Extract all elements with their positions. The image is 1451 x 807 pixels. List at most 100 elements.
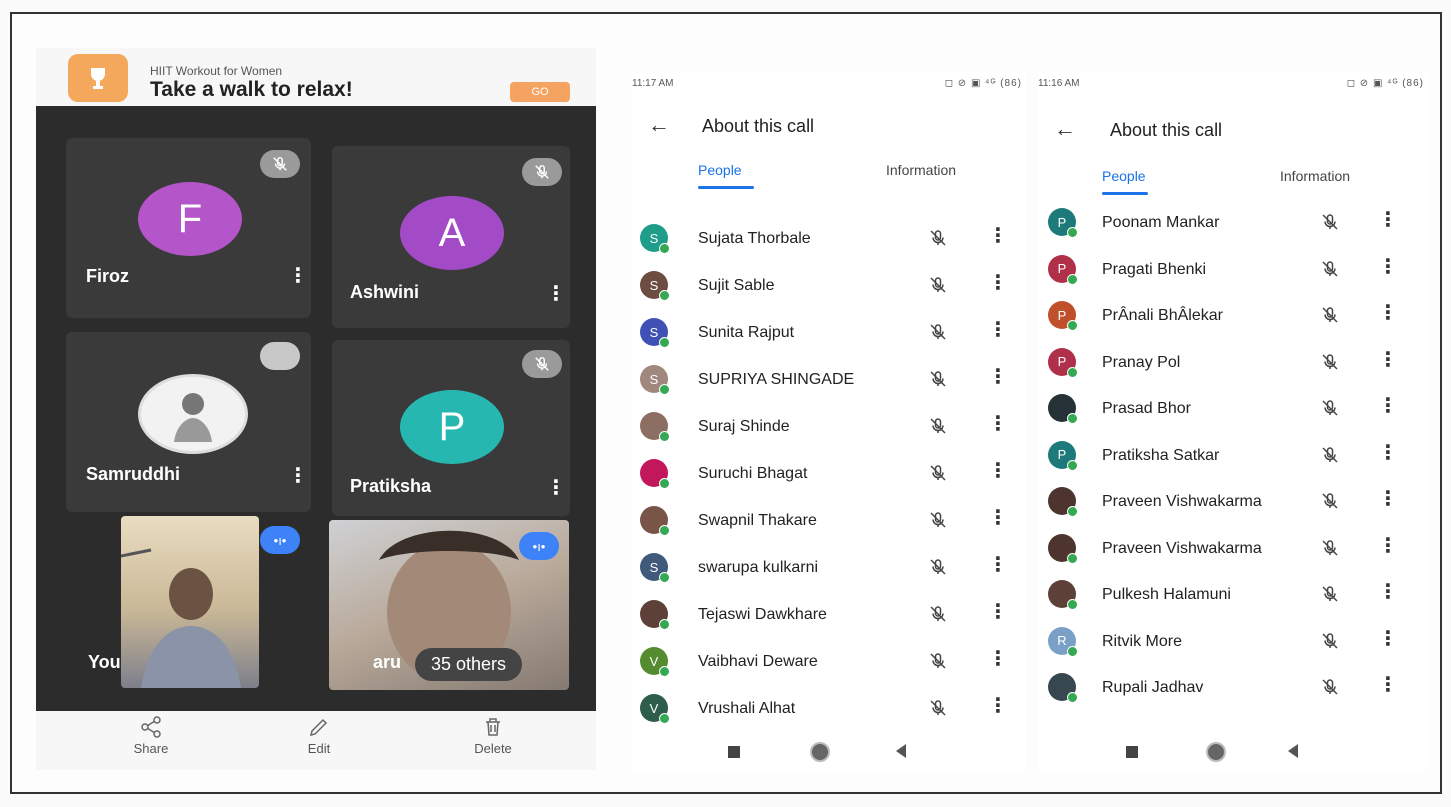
more-options-icon[interactable]: ⋮: [288, 266, 308, 286]
participant-row[interactable]: V Vaibhavi Deware ⋮: [632, 641, 1026, 681]
more-options-icon[interactable]: ⋮: [988, 508, 1008, 528]
participant-name: Swapnil Thakare: [698, 512, 817, 529]
participant-row[interactable]: P Pranay Pol ⋮: [1038, 342, 1428, 382]
tab-people[interactable]: People: [1102, 168, 1146, 184]
mic-off-icon: [928, 510, 948, 530]
participant-tile-ashwini[interactable]: A Ashwini ⋮: [332, 146, 570, 328]
back-arrow-icon[interactable]: ←: [648, 112, 670, 138]
more-options-icon[interactable]: ⋮: [988, 649, 1008, 669]
more-options-icon[interactable]: ⋮: [988, 320, 1008, 340]
more-options-icon[interactable]: ⋮: [988, 461, 1008, 481]
participant-row[interactable]: R Ritvik More ⋮: [1038, 621, 1428, 661]
online-status-dot: [1067, 366, 1078, 378]
participant-avatar: [640, 506, 670, 536]
participant-row[interactable]: Sswarupa kulkarni ⋮: [632, 547, 1026, 587]
recents-icon[interactable]: [728, 746, 740, 758]
more-options-icon[interactable]: ⋮: [988, 555, 1008, 575]
avatar-initial: P: [1057, 447, 1067, 462]
more-options-icon[interactable]: ⋮: [1378, 489, 1398, 509]
more-options-icon[interactable]: ⋮: [988, 273, 1008, 293]
self-video-feed: [121, 548, 241, 688]
participant-row[interactable]: S Sujata Thorbale ⋮: [632, 218, 1026, 258]
mic-off-icon: [1320, 491, 1340, 511]
participant-row[interactable]: Praveen Vishwakarma ⋮: [1038, 528, 1428, 568]
participant-avatar: [1048, 673, 1078, 703]
participant-row[interactable]: Suruchi Bhagat ⋮: [632, 453, 1026, 493]
more-options-icon[interactable]: ⋮: [988, 414, 1008, 434]
participant-row[interactable]: P Pragati Bhenki ⋮: [1038, 249, 1428, 289]
participant-row[interactable]: P Pratiksha Satkar ⋮: [1038, 435, 1428, 475]
back-icon[interactable]: [1288, 744, 1298, 758]
participant-row[interactable]: Pulkesh Halamuni ⋮: [1038, 574, 1428, 614]
participant-name: Sujata Thorbale: [698, 230, 811, 247]
status-time: 11:17 AM: [632, 78, 674, 89]
participant-row[interactable]: P Poonam Mankar ⋮: [1038, 202, 1428, 242]
more-options-icon[interactable]: ⋮: [1378, 536, 1398, 556]
recents-icon[interactable]: [1126, 746, 1138, 758]
participant-row[interactable]: V Vrushali Alhat ⋮: [632, 688, 1026, 728]
delete-button[interactable]: Delete: [448, 715, 538, 756]
participant-avatar: [1048, 487, 1078, 517]
edit-button[interactable]: Edit: [274, 715, 364, 756]
participant-row[interactable]: Praveen Vishwakarma ⋮: [1038, 481, 1428, 521]
participant-row[interactable]: P PrÂnali BhÂlekar ⋮: [1038, 295, 1428, 335]
more-options-icon[interactable]: ⋮: [1378, 629, 1398, 649]
share-button[interactable]: Share: [106, 715, 196, 756]
home-icon[interactable]: [810, 742, 830, 762]
bottom-action-bar: Share Edit Delete: [36, 711, 596, 770]
participant-name: Vrushali Alhat: [698, 700, 796, 717]
participant-row[interactable]: Prasad Bhor ⋮: [1038, 388, 1428, 428]
participant-row[interactable]: Tejaswi Dawkhare ⋮: [632, 594, 1026, 634]
participant-avatar: [1048, 394, 1078, 424]
share-label: Share: [133, 741, 169, 756]
more-options-icon[interactable]: ⋮: [1378, 210, 1398, 230]
participant-name: Suraj Shinde: [698, 418, 790, 435]
more-options-icon[interactable]: ⋮: [988, 226, 1008, 246]
more-options-icon[interactable]: ⋮: [288, 466, 308, 486]
online-status-dot: [1067, 692, 1078, 703]
more-options-icon[interactable]: ⋮: [546, 478, 566, 498]
others-count-badge[interactable]: 35 others: [415, 648, 523, 681]
participant-avatar: P: [1048, 347, 1078, 378]
avatar-initial: V: [649, 653, 659, 669]
home-icon[interactable]: [1206, 742, 1226, 762]
participant-avatar: P: [1048, 254, 1078, 285]
tab-people[interactable]: People: [698, 162, 742, 178]
more-options-icon[interactable]: ⋮: [1378, 582, 1398, 602]
mic-off-icon: [1320, 259, 1340, 279]
participant-video-tile[interactable]: •ı• aru 35 others: [329, 520, 569, 690]
participant-row[interactable]: Suraj Shinde ⋮: [632, 406, 1026, 446]
more-options-icon[interactable]: ⋮: [1378, 443, 1398, 463]
participant-avatar: [1048, 580, 1078, 610]
more-options-icon[interactable]: ⋮: [1378, 675, 1398, 695]
tab-information[interactable]: Information: [1280, 168, 1350, 184]
back-arrow-icon[interactable]: ←: [1054, 116, 1076, 142]
ad-go-button[interactable]: GO: [510, 82, 570, 102]
participant-tile-firoz[interactable]: F Firoz ⋮: [66, 138, 311, 318]
more-options-icon[interactable]: ⋮: [1378, 350, 1398, 370]
ad-banner[interactable]: HIIT Workout for Women Take a walk to re…: [36, 48, 596, 106]
participant-tile-samruddhi[interactable]: Samruddhi ⋮: [66, 332, 311, 512]
more-options-icon[interactable]: ⋮: [1378, 396, 1398, 416]
online-status-dot: [659, 619, 670, 630]
avatar: P: [400, 390, 504, 464]
participant-row[interactable]: Swapnil Thakare ⋮: [632, 500, 1026, 540]
more-options-icon[interactable]: ⋮: [1378, 303, 1398, 323]
avatar-initial: P: [1057, 214, 1067, 230]
back-icon[interactable]: [896, 744, 906, 758]
more-options-icon[interactable]: ⋮: [988, 696, 1008, 716]
participant-name: Suruchi Bhagat: [698, 465, 808, 482]
more-options-icon[interactable]: ⋮: [988, 602, 1008, 622]
participant-avatar: [640, 412, 670, 442]
more-options-icon[interactable]: ⋮: [988, 367, 1008, 387]
participant-name: You: [88, 652, 121, 672]
participant-row[interactable]: S Sujit Sable ⋮: [632, 265, 1026, 305]
participant-row[interactable]: Rupali Jadhav ⋮: [1038, 667, 1428, 707]
participant-row[interactable]: S SUPRIYA SHINGADE ⋮: [632, 359, 1026, 399]
participant-tile-pratiksha[interactable]: P Pratiksha ⋮: [332, 340, 570, 516]
participant-row[interactable]: S Sunita Rajput ⋮: [632, 312, 1026, 352]
self-video-tile[interactable]: [121, 516, 259, 688]
more-options-icon[interactable]: ⋮: [546, 284, 566, 304]
more-options-icon[interactable]: ⋮: [1378, 257, 1398, 277]
tab-information[interactable]: Information: [886, 162, 956, 178]
